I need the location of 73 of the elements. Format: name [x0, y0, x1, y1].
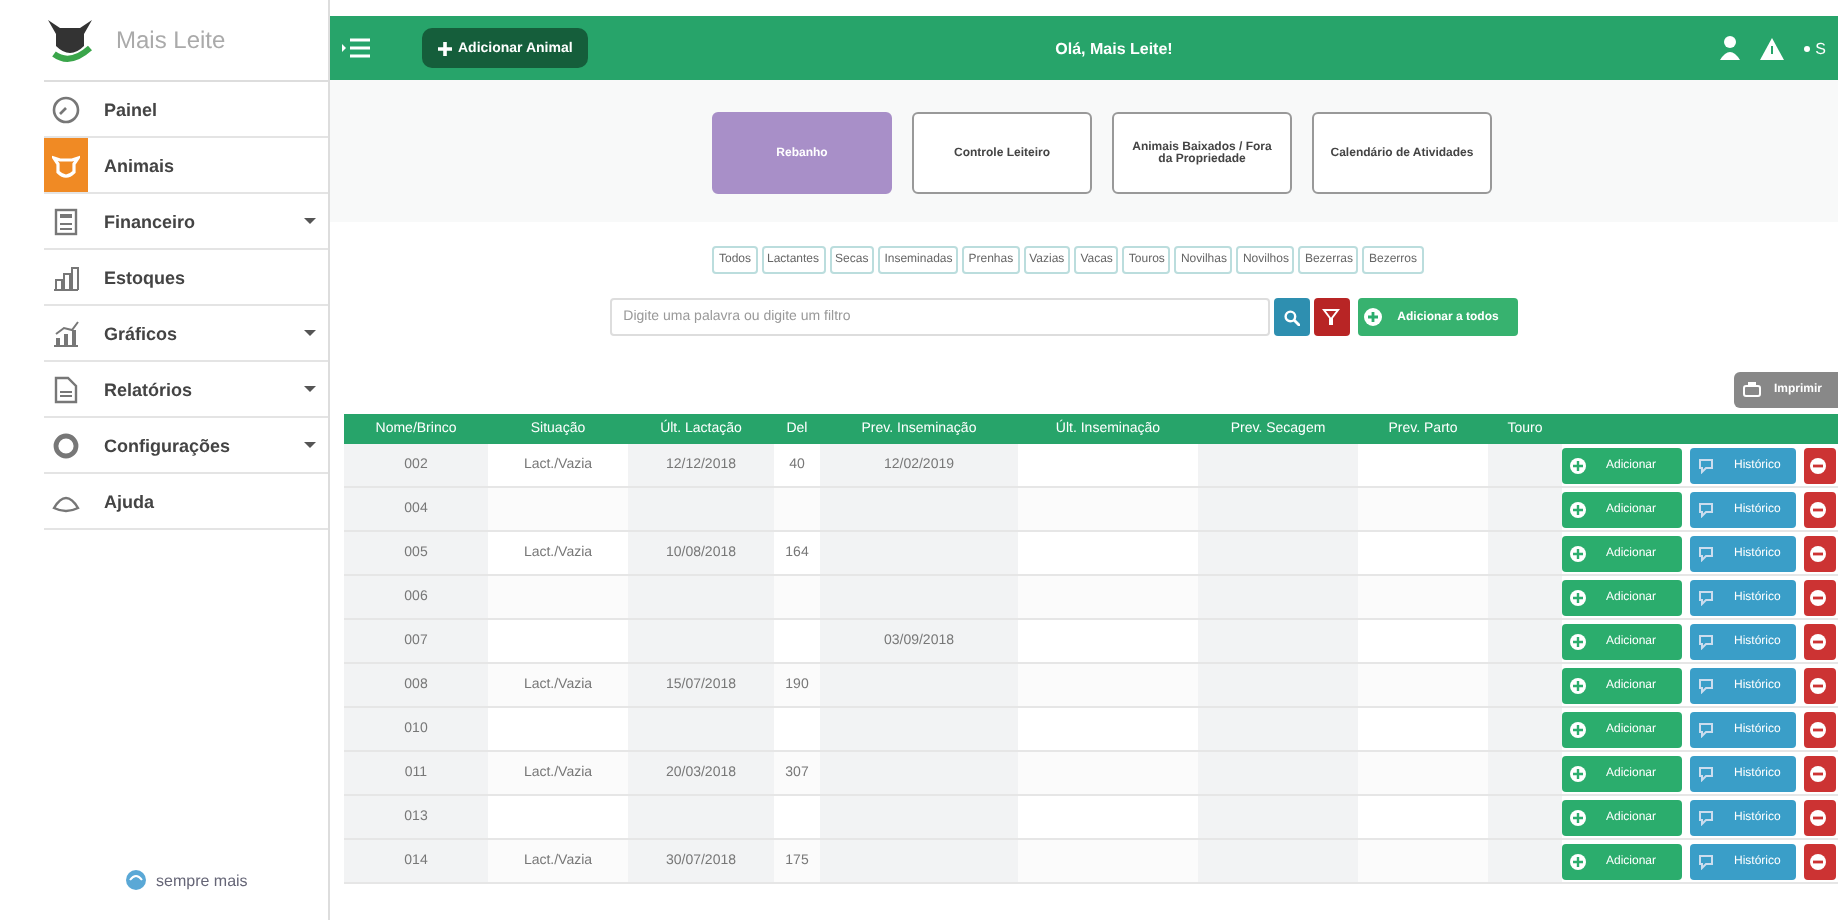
brand-name: Mais Leite	[116, 26, 226, 54]
sidebar-item[interactable]: Configurações	[44, 418, 328, 474]
settings-icon	[52, 431, 80, 459]
printer-icon	[1741, 380, 1762, 400]
warning-icon	[1759, 37, 1784, 59]
remove-button[interactable]	[1804, 711, 1836, 747]
remove-button[interactable]	[1804, 843, 1836, 879]
minus-circle-icon	[1810, 853, 1826, 869]
minus-circle-icon	[1810, 501, 1826, 517]
remove-button[interactable]	[1804, 799, 1836, 835]
user-icon	[1719, 36, 1740, 60]
chart-icon	[52, 319, 80, 347]
minus-circle-icon	[1810, 589, 1826, 605]
sidebar-item[interactable]: Animais	[44, 138, 328, 194]
plus-circle-icon	[1570, 721, 1586, 737]
speech-bubble-icon	[1698, 545, 1714, 561]
plus-circle-icon	[1570, 853, 1586, 869]
sidebar-item[interactable]: Relatórios	[44, 362, 328, 418]
plus-circle-icon	[1570, 677, 1586, 693]
minus-circle-icon	[1810, 677, 1826, 693]
remove-button[interactable]	[1804, 579, 1836, 615]
speech-bubble-icon	[1698, 457, 1714, 473]
minus-circle-icon	[1810, 765, 1826, 781]
remove-button[interactable]	[1804, 755, 1836, 791]
sidebar-item[interactable]: Painel	[44, 82, 328, 138]
speech-bubble-icon	[1698, 765, 1714, 781]
greeting-text: Olá, Mais Leite!	[1053, 39, 1175, 57]
footer-logo-text: sempre mais	[156, 871, 248, 889]
speech-bubble-icon	[1698, 809, 1714, 825]
plus-circle-icon	[1363, 308, 1382, 326]
remove-button[interactable]	[1804, 535, 1836, 571]
plus-circle-icon	[1570, 457, 1586, 473]
document-icon	[54, 375, 78, 403]
plus-circle-icon	[1570, 589, 1586, 605]
remove-button[interactable]	[1804, 491, 1836, 527]
sidebar-item[interactable]: Gráficos	[44, 306, 328, 362]
gauge-icon	[52, 95, 80, 123]
speech-bubble-icon	[1698, 721, 1714, 737]
user-menu-button[interactable]: S	[1803, 39, 1826, 57]
speech-bubble-icon	[1698, 853, 1714, 869]
sidebar-item[interactable]: Estoques	[44, 250, 328, 306]
plus-circle-icon	[1570, 545, 1586, 561]
speech-bubble-icon	[1698, 589, 1714, 605]
remove-button[interactable]	[1804, 667, 1836, 703]
minus-circle-icon	[1810, 545, 1826, 561]
plus-icon	[438, 41, 452, 55]
bar-chart-icon	[52, 263, 80, 291]
speech-bubble-icon	[1698, 633, 1714, 649]
speech-bubble-icon	[1698, 501, 1714, 517]
search-icon	[1283, 309, 1300, 325]
sidebar-item[interactable]: Financeiro	[44, 194, 328, 250]
calculator-icon	[54, 207, 78, 235]
search-button[interactable]	[1273, 298, 1310, 336]
remove-button[interactable]	[1804, 623, 1836, 659]
minus-circle-icon	[1810, 721, 1826, 737]
cow-logo-icon	[44, 16, 96, 64]
plus-circle-icon	[1570, 809, 1586, 825]
minus-circle-icon	[1810, 457, 1826, 473]
hamburger-icon	[342, 38, 370, 58]
minus-circle-icon	[1810, 633, 1826, 649]
plus-circle-icon	[1570, 765, 1586, 781]
remove-button[interactable]	[1804, 447, 1836, 483]
speech-bubble-icon	[1698, 677, 1714, 693]
plus-circle-icon	[1570, 501, 1586, 517]
clear-filter-button[interactable]	[1313, 298, 1350, 336]
minus-circle-icon	[1810, 809, 1826, 825]
cow-head-icon	[52, 151, 80, 179]
globe-icon	[124, 868, 148, 892]
menu-toggle-icon[interactable]	[342, 38, 370, 58]
filter-icon	[1322, 308, 1341, 326]
dot-icon	[1803, 45, 1810, 51]
plus-circle-icon	[1570, 633, 1586, 649]
sidebar-item[interactable]: Ajuda	[44, 474, 328, 530]
